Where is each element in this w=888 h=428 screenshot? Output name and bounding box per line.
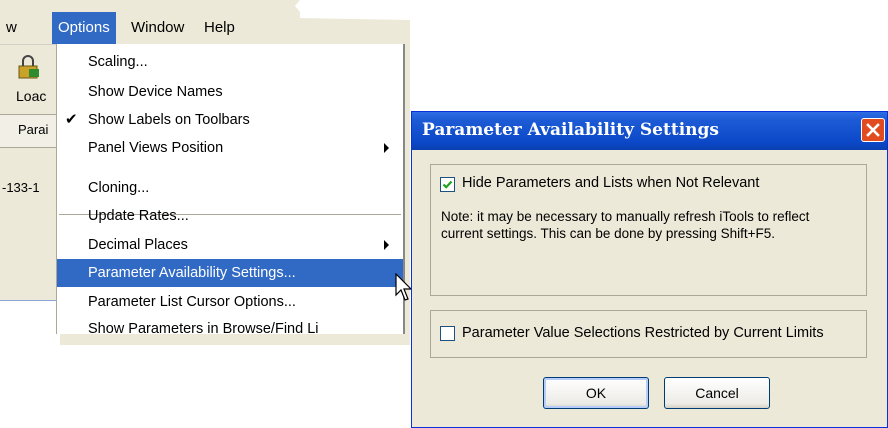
options-menu: Scaling... Show Device Names ✔ Show Labe… bbox=[56, 44, 405, 334]
menu-item-label: Scaling... bbox=[88, 54, 148, 70]
menu-item-label: Show Labels on Toolbars bbox=[88, 112, 250, 128]
dialog-title: Parameter Availability Settings bbox=[422, 120, 719, 140]
menu-item-label: Cloning... bbox=[88, 180, 150, 196]
hide-parameters-group: Hide Parameters and Lists when Not Relev… bbox=[430, 164, 867, 296]
menu-item-scaling[interactable]: Scaling... bbox=[57, 48, 403, 76]
menu-options[interactable]: Options bbox=[52, 12, 116, 44]
menu-item-label: Parameter List Cursor Options... bbox=[88, 294, 296, 310]
menu-view[interactable]: w bbox=[0, 12, 23, 44]
restrict-values-label[interactable]: Parameter Value Selections Restricted by… bbox=[462, 325, 824, 341]
menu-window[interactable]: Window bbox=[125, 12, 190, 44]
load-icon[interactable] bbox=[16, 54, 42, 80]
menu-item-show-parameters-in-browse[interactable]: Show Parameters in Browse/Find Li bbox=[57, 315, 403, 334]
dialog-titlebar[interactable]: Parameter Availability Settings bbox=[412, 112, 887, 150]
close-icon bbox=[866, 123, 880, 137]
checkmark-icon bbox=[442, 180, 453, 189]
menu-item-label: Show Device Names bbox=[88, 84, 223, 100]
menu-item-panel-views-position[interactable]: Panel Views Position bbox=[57, 134, 403, 162]
menu-item-show-device-names[interactable]: Show Device Names bbox=[57, 78, 403, 106]
menu-item-decimal-places[interactable]: Decimal Places bbox=[57, 231, 403, 259]
panel-area bbox=[0, 300, 60, 346]
restrict-values-group: Parameter Value Selections Restricted by… bbox=[430, 310, 867, 358]
menu-item-label: Show Parameters in Browse/Find Li bbox=[88, 321, 319, 334]
menu-item-cloning[interactable]: Cloning... bbox=[57, 174, 403, 202]
hide-parameters-label[interactable]: Hide Parameters and Lists when Not Relev… bbox=[462, 175, 759, 191]
menu-item-update-rates[interactable]: Update Rates... bbox=[57, 202, 403, 230]
ok-button[interactable]: OK bbox=[543, 377, 649, 409]
menu-item-label: Parameter Availability Settings... bbox=[88, 265, 296, 281]
menu-bar: w Options Window Help bbox=[0, 12, 300, 45]
menu-item-label: Update Rates... bbox=[88, 208, 189, 224]
checkmark-icon: ✔ bbox=[65, 111, 78, 128]
menu-help[interactable]: Help bbox=[198, 12, 241, 44]
refresh-note: Note: it may be necessary to manually re… bbox=[441, 209, 810, 241]
menu-item-parameter-availability-settings[interactable]: Parameter Availability Settings... bbox=[57, 259, 403, 287]
device-row-label: -133-1 bbox=[2, 180, 40, 195]
parameter-tab[interactable]: Parai bbox=[0, 114, 60, 148]
menu-item-label: Panel Views Position bbox=[88, 140, 224, 156]
parameter-availability-dialog: Parameter Availability Settings Hide Par… bbox=[411, 111, 888, 428]
submenu-arrow-icon bbox=[384, 143, 389, 153]
submenu-arrow-icon bbox=[384, 240, 389, 250]
menu-item-label: Decimal Places bbox=[88, 237, 188, 253]
parameter-tab-label: Parai bbox=[18, 122, 49, 137]
cancel-button[interactable]: Cancel bbox=[664, 377, 770, 409]
load-button-label: Loac bbox=[16, 88, 47, 104]
menu-item-show-labels-on-toolbars[interactable]: ✔ Show Labels on Toolbars bbox=[57, 106, 403, 134]
menu-item-parameter-list-cursor-options[interactable]: Parameter List Cursor Options... bbox=[57, 288, 403, 316]
close-button[interactable] bbox=[861, 118, 885, 142]
hide-parameters-checkbox[interactable] bbox=[440, 177, 455, 192]
restrict-values-checkbox[interactable] bbox=[440, 326, 455, 341]
